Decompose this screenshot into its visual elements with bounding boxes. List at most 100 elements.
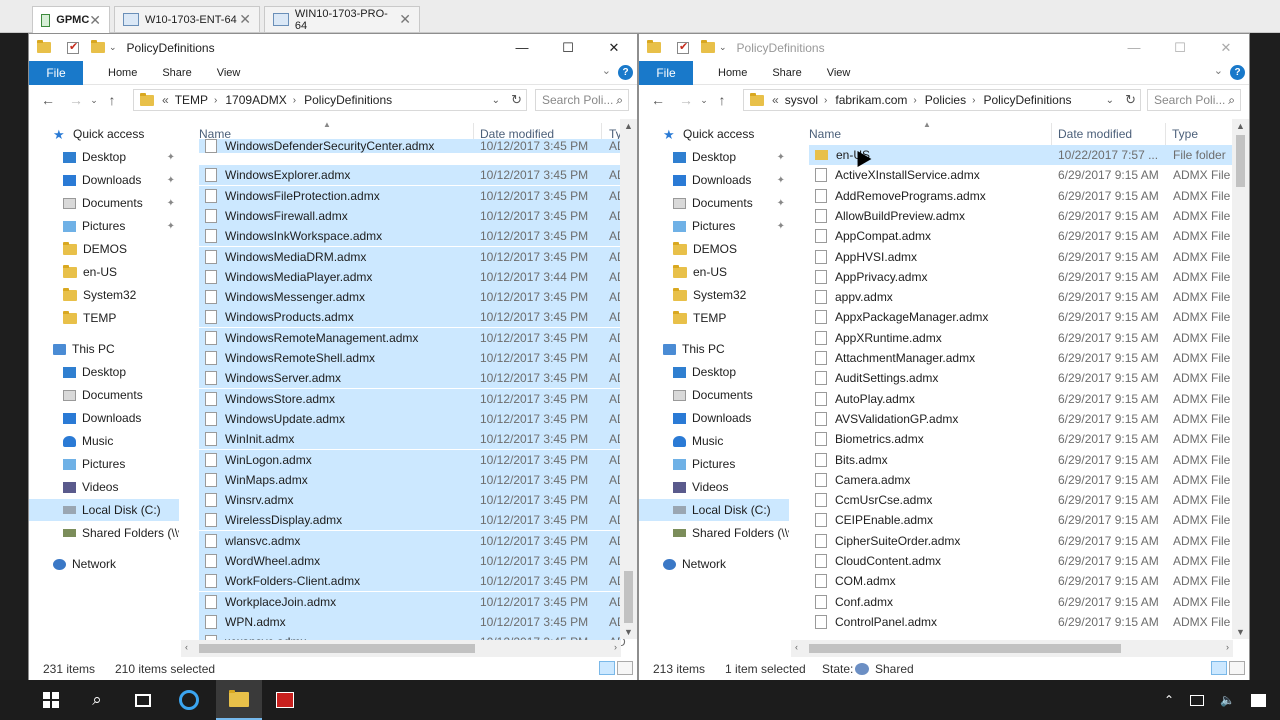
expand-ribbon-icon[interactable]: ⌄ xyxy=(1214,64,1223,77)
tab-view[interactable]: View xyxy=(827,67,851,79)
search-box[interactable]: Search Poli... ⌕ xyxy=(535,89,629,111)
file-row[interactable]: WindowsServer.admx 10/12/2017 3:45 PM AD xyxy=(199,368,626,389)
pin-icon[interactable]: ✦ xyxy=(167,152,175,163)
file-row[interactable]: appv.admx 6/29/2017 9:15 AM ADMX File xyxy=(809,287,1237,307)
scrollbar-thumb[interactable] xyxy=(809,644,1121,653)
rdp-tab-w10-ent[interactable]: W10-1703-ENT-64 ✕ xyxy=(114,6,260,32)
file-row[interactable]: wlansvc.admx 10/12/2017 3:45 PM AD xyxy=(199,530,626,551)
pin-icon[interactable]: ✦ xyxy=(167,175,175,186)
recent-locations-button[interactable]: ⌄ xyxy=(697,95,711,106)
nav-pc-item-4[interactable]: Pictures xyxy=(639,453,789,475)
file-explorer-button[interactable] xyxy=(216,680,262,720)
back-button[interactable]: ← xyxy=(647,92,669,108)
breadcrumb-policydefinitions[interactable]: PolicyDefinitions xyxy=(304,93,392,107)
file-row[interactable]: WindowsUpdate.admx 10/12/2017 3:45 PM AD xyxy=(199,408,626,429)
file-row[interactable]: WordWheel.admx 10/12/2017 3:45 PM AD xyxy=(199,551,626,571)
breadcrumb-policies[interactable]: Policies xyxy=(925,93,966,107)
tab-file[interactable]: File xyxy=(639,60,693,85)
breadcrumb-1709admx[interactable]: 1709ADMX xyxy=(225,93,286,107)
breadcrumb-overflow[interactable]: « xyxy=(162,93,169,107)
file-row[interactable]: ActiveXInstallService.admx 6/29/2017 9:15… xyxy=(809,165,1237,185)
forward-button[interactable]: → xyxy=(675,92,697,108)
new-folder-icon[interactable] xyxy=(91,40,105,53)
address-bar[interactable]: « TEMP › 1709ADMX › PolicyDefinitions ⌄ … xyxy=(133,89,527,111)
file-row[interactable]: CloudContent.admx 6/29/2017 9:15 AM ADMX F… xyxy=(809,551,1237,571)
file-row[interactable]: en-US 10/22/2017 7:57 ... File folder xyxy=(809,145,1237,165)
nav-pc-item-7[interactable]: Shared Folders (\\vr xyxy=(639,522,789,544)
file-row[interactable]: WindowsMessenger.admx 10/12/2017 3:45 PM A… xyxy=(199,287,626,308)
file-row[interactable]: WindowsDefenderSecurityCenter.admx 10/12/… xyxy=(199,139,626,153)
forward-button[interactable]: → xyxy=(65,92,87,108)
nav-pc-item-6[interactable]: Local Disk (C:) xyxy=(639,499,789,521)
nav-quick-item-documents[interactable]: Documents ✦ xyxy=(639,192,789,214)
title-bar[interactable]: ⌄ PolicyDefinitions — ☐ ✕ xyxy=(639,34,1249,61)
file-row[interactable]: WorkplaceJoin.admx 10/12/2017 3:45 PM AD xyxy=(199,591,626,612)
search-box[interactable]: Search Poli... ⌕ xyxy=(1147,89,1241,111)
chevron-right-icon[interactable]: › xyxy=(913,95,916,106)
nav-pc-item-1[interactable]: Documents xyxy=(29,384,179,406)
close-icon[interactable]: ✕ xyxy=(239,11,251,28)
title-bar[interactable]: ⌄ PolicyDefinitions — ☐ ✕ xyxy=(29,34,637,61)
maximize-button[interactable]: ☐ xyxy=(545,34,591,61)
address-dropdown-icon[interactable]: ⌄ xyxy=(492,95,500,106)
maximize-button[interactable]: ☐ xyxy=(1157,34,1203,61)
pin-icon[interactable]: ✦ xyxy=(167,221,175,232)
pin-icon[interactable]: ✦ xyxy=(777,175,785,186)
close-button[interactable]: ✕ xyxy=(591,34,637,61)
nav-network[interactable]: Network xyxy=(639,553,789,575)
nav-quick-item-pictures[interactable]: Pictures ✦ xyxy=(639,215,789,237)
nav-this-pc[interactable]: This PC xyxy=(29,338,179,360)
nav-pc-item-3[interactable]: Music xyxy=(639,430,789,452)
properties-icon[interactable] xyxy=(67,40,79,54)
nav-pc-item-3[interactable]: Music xyxy=(29,430,179,452)
tab-share[interactable]: Share xyxy=(162,67,191,79)
file-row[interactable]: COM.admx 6/29/2017 9:15 AM ADMX File xyxy=(809,571,1237,591)
nav-quick-item-documents[interactable]: Documents ✦ xyxy=(29,192,179,214)
network-icon[interactable] xyxy=(1190,694,1205,706)
file-row[interactable]: WindowsMediaDRM.admx 10/12/2017 3:45 PM AD xyxy=(199,246,626,267)
file-row[interactable]: CipherSuiteOrder.admx 6/29/2017 9:15 AM AD… xyxy=(809,531,1237,551)
pin-icon[interactable]: ✦ xyxy=(777,152,785,163)
file-row[interactable]: WinMaps.admx 10/12/2017 3:45 PM AD xyxy=(199,469,626,490)
file-row[interactable]: WinLogon.admx 10/12/2017 3:45 PM AD xyxy=(199,449,626,470)
horizontal-scrollbar[interactable]: ‹ › xyxy=(791,640,1233,657)
nav-pc-item-0[interactable]: Desktop xyxy=(639,361,789,383)
pin-icon[interactable]: ✦ xyxy=(777,198,785,209)
action-center-icon[interactable] xyxy=(1251,693,1266,707)
chevron-right-icon[interactable]: › xyxy=(214,95,217,106)
nav-quick-item-system32[interactable]: System32 xyxy=(639,284,789,306)
nav-pc-item-6[interactable]: Local Disk (C:) xyxy=(29,499,179,521)
new-folder-icon[interactable] xyxy=(701,40,715,53)
file-row[interactable]: AddRemovePrograms.admx 6/29/2017 9:15 AM A… xyxy=(809,186,1237,206)
breadcrumb-sysvol[interactable]: sysvol xyxy=(785,93,818,107)
scrollbar-thumb[interactable] xyxy=(1236,135,1245,187)
nav-pc-item-7[interactable]: Shared Folders (\\vr xyxy=(29,522,179,544)
file-row[interactable]: WindowsFileProtection.admx 10/12/2017 3:4… xyxy=(199,185,626,206)
file-row[interactable]: AppxPackageManager.admx 6/29/2017 9:15 AM… xyxy=(809,307,1237,327)
scroll-down-icon[interactable]: ▼ xyxy=(620,627,637,637)
file-row[interactable]: WindowsFirewall.admx 10/12/2017 3:45 PM AD xyxy=(199,205,626,226)
show-hidden-icons-icon[interactable]: ⌃ xyxy=(1164,693,1174,707)
search-taskbar-button[interactable]: ⌕ xyxy=(74,680,120,720)
file-row[interactable]: WorkFolders-Client.admx 10/12/2017 3:45 P… xyxy=(199,571,626,592)
help-icon[interactable]: ? xyxy=(1230,65,1245,80)
scroll-right-icon[interactable]: › xyxy=(614,642,617,652)
tab-view[interactable]: View xyxy=(217,67,241,79)
file-row[interactable]: Biometrics.admx 6/29/2017 9:15 AM ADMX Fil… xyxy=(809,429,1237,449)
minimize-button[interactable]: — xyxy=(499,34,545,61)
address-bar[interactable]: « sysvol › fabrikam.com › Policies › Pol… xyxy=(743,89,1141,111)
file-row[interactable]: WindowsRemoteShell.admx 10/12/2017 3:45 P… xyxy=(199,348,626,368)
up-button[interactable]: ↑ xyxy=(101,92,123,108)
file-row[interactable]: AppHVSI.admx 6/29/2017 9:15 AM ADMX File xyxy=(809,247,1237,267)
nav-quick-item-downloads[interactable]: Downloads ✦ xyxy=(29,169,179,191)
close-button[interactable]: ✕ xyxy=(1203,34,1249,61)
column-type[interactable]: Type xyxy=(1172,127,1198,141)
scrollbar-thumb[interactable] xyxy=(624,571,633,623)
close-icon[interactable]: ✕ xyxy=(89,12,101,29)
nav-quick-item-temp[interactable]: TEMP xyxy=(29,307,179,329)
tab-file[interactable]: File xyxy=(29,60,83,85)
recent-locations-button[interactable]: ⌄ xyxy=(87,95,101,106)
file-row[interactable]: AutoPlay.admx 6/29/2017 9:15 AM ADMX File xyxy=(809,389,1237,409)
file-row[interactable]: WirelessDisplay.admx 10/12/2017 3:45 PM AD xyxy=(199,510,626,531)
file-row[interactable]: AllowBuildPreview.admx 6/29/2017 9:15 AM A… xyxy=(809,206,1237,226)
